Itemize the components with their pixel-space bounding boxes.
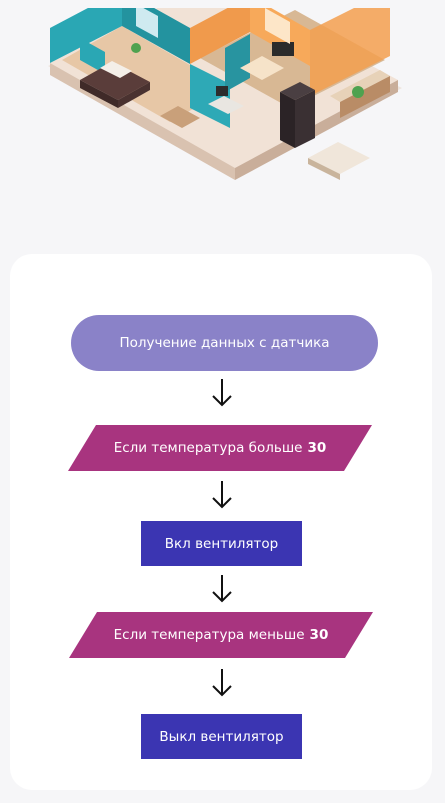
condition-high-decision: Если температура больше 30 [68, 425, 372, 471]
start-label: Получение данных с датчика [119, 335, 330, 351]
arrow-down-icon [212, 575, 232, 603]
condition-low-label: Если температура меньше 30 [114, 627, 329, 643]
flowchart-card: Получение данных с датчика Если температ… [10, 254, 432, 790]
condition-low-text: Если температура меньше [113, 627, 305, 643]
apartment-illustration [48, 8, 402, 180]
condition-high-value: 30 [307, 440, 327, 456]
arrow-down-icon [212, 481, 232, 509]
fan-off-process: Выкл вентилятор [141, 714, 302, 759]
condition-high-label: Если температура больше 30 [114, 440, 327, 456]
arrow-down-icon [212, 669, 232, 697]
fan-off-label: Выкл вентилятор [159, 728, 284, 745]
fan-on-label: Вкл вентилятор [164, 535, 279, 552]
start-terminal: Получение данных с датчика [71, 315, 378, 371]
condition-high-text: Если температура больше [113, 440, 303, 456]
condition-low-decision: Если температура меньше 30 [69, 612, 373, 658]
fan-on-process: Вкл вентилятор [141, 521, 302, 566]
arrow-down-icon [212, 379, 232, 407]
condition-low-value: 30 [309, 627, 329, 643]
